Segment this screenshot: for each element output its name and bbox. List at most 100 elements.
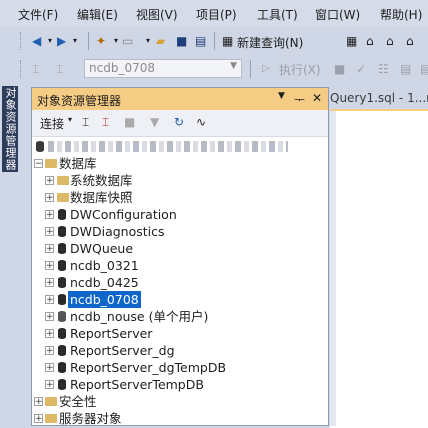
tree-node-database[interactable]: + ncdb_0425 [32, 274, 328, 291]
menu-bar: 文件(F) 编辑(E) 视图(V) 项目(P) 工具(T) 窗口(W) 帮助(H… [0, 0, 428, 26]
database-combo[interactable]: ncdb_0708 ▼ [84, 59, 242, 78]
connect-plug-icon[interactable]: ⌶ [82, 115, 89, 130]
expand-icon[interactable]: + [45, 329, 54, 339]
toolbar-grip[interactable] [20, 32, 24, 50]
database-icon [58, 209, 66, 220]
tree-node-database[interactable]: + ReportServer_dgTempDB [32, 359, 328, 376]
expand-icon[interactable]: + [45, 312, 54, 322]
forward-icon[interactable]: ▶ [57, 33, 66, 49]
tree-label: 系统数据库 [70, 173, 133, 188]
connect-icon[interactable]: ⌶ [32, 61, 39, 77]
query-icon-1[interactable]: ▦ [346, 33, 357, 49]
new-project-icon[interactable]: ✦ [96, 33, 106, 49]
menu-window[interactable]: 窗口(W) [315, 6, 360, 23]
toolbar-grip[interactable] [20, 60, 24, 78]
close-icon[interactable]: ✕ [312, 91, 322, 105]
disconnect-icon[interactable]: ⌶ [56, 61, 63, 77]
execute-icon[interactable]: ▷ [262, 61, 270, 77]
tree-node-database[interactable]: + ReportServerTempDB [32, 376, 328, 393]
stop-icon[interactable]: ■ [124, 115, 135, 129]
expand-icon[interactable]: + [34, 397, 43, 407]
tree-label: ReportServer_dg [70, 343, 175, 358]
new-query-button[interactable]: 新建查询(N) [237, 34, 303, 51]
query-icon-4[interactable]: ⌂ [406, 33, 414, 49]
toolbar-separator [214, 32, 215, 50]
open-file-icon[interactable]: ▰ [156, 33, 165, 49]
tree-node-database[interactable]: + ReportServer_dg [32, 342, 328, 359]
menu-tools[interactable]: 工具(T) [257, 6, 298, 23]
activity-monitor-icon[interactable]: ∿ [196, 115, 206, 129]
disconnect-plug-icon[interactable]: ⌶ [102, 115, 109, 130]
tree-node-database-snapshots[interactable]: + 数据库快照 [32, 189, 328, 206]
menu-file[interactable]: 文件(F) [18, 6, 58, 23]
window-position-icon[interactable]: ▼ [278, 91, 285, 101]
debug-icon[interactable]: ☷ [378, 61, 389, 77]
save-all-icon[interactable]: ▤ [195, 33, 206, 49]
tree-label: 安全性 [59, 394, 97, 409]
query-icon-2[interactable]: ⌂ [366, 33, 374, 49]
database-combo-value: ncdb_0708 [89, 61, 155, 75]
new-project-dropdown-icon[interactable]: ▾ [114, 33, 118, 49]
menu-project[interactable]: 项目(P) [196, 6, 237, 23]
database-icon [58, 277, 66, 288]
tree-node-database[interactable]: + ncdb_nouse (单个用户) [32, 308, 328, 325]
pin-icon[interactable]: ᅮ [294, 91, 305, 108]
results-grid-icon[interactable]: ▤ [400, 61, 411, 77]
server-node[interactable] [32, 138, 328, 155]
object-explorer-title-bar[interactable]: 对象资源管理器 ▼ ᅮ ✕ [32, 88, 328, 110]
expand-icon[interactable]: + [34, 414, 43, 424]
add-item-dropdown-icon[interactable]: ▾ [146, 33, 150, 49]
tree-node-databases[interactable]: − 数据库 [32, 155, 328, 172]
server-icon [36, 141, 44, 152]
filter-icon[interactable]: ▼ [150, 115, 159, 129]
tree-node-database[interactable]: + DWDiagnostics [32, 223, 328, 240]
query-editor[interactable] [330, 109, 428, 428]
editor-margin [330, 111, 336, 426]
expand-icon[interactable]: + [45, 193, 54, 203]
query-icon-3[interactable]: ⌂ [386, 33, 394, 49]
expand-icon[interactable]: + [45, 261, 54, 271]
tree-node-database-selected[interactable]: + ncdb_0708 [32, 291, 328, 308]
tree-node-database[interactable]: + DWConfiguration [32, 206, 328, 223]
connect-dropdown-icon[interactable]: ▾ [68, 115, 72, 124]
back-icon[interactable]: ◀ [32, 33, 41, 49]
tree-node-server-objects[interactable]: + 服务器对象 [32, 410, 328, 427]
tree-node-system-databases[interactable]: + 系统数据库 [32, 172, 328, 189]
side-tab-object-explorer[interactable]: 对象资源管理器 [2, 86, 18, 172]
object-explorer-title: 对象资源管理器 [37, 94, 122, 108]
add-item-icon[interactable]: ▭ [122, 33, 133, 49]
refresh-icon[interactable]: ↻ [174, 115, 184, 129]
expand-icon[interactable]: + [45, 380, 54, 390]
tree-node-database[interactable]: + ncdb_0321 [32, 257, 328, 274]
expand-icon[interactable]: + [45, 295, 54, 305]
expand-icon[interactable]: + [45, 278, 54, 288]
menu-edit[interactable]: 编辑(E) [77, 6, 118, 23]
expand-icon[interactable]: + [45, 363, 54, 373]
expand-icon[interactable]: + [45, 210, 54, 220]
forward-dropdown-icon[interactable]: ▾ [73, 33, 77, 49]
tree-node-database[interactable]: + ReportServer [32, 325, 328, 342]
new-query-icon[interactable]: ▦ [222, 33, 233, 49]
expand-icon[interactable]: + [45, 227, 54, 237]
save-icon[interactable]: ■ [176, 33, 187, 49]
tree-label: DWQueue [70, 241, 134, 256]
tree-label: ReportServer_dgTempDB [70, 360, 227, 375]
expand-icon[interactable]: + [45, 244, 54, 254]
chevron-down-icon[interactable]: ▼ [230, 61, 237, 71]
parse-icon[interactable]: ✓ [356, 61, 366, 77]
menu-view[interactable]: 视图(V) [136, 6, 178, 23]
tree-node-database[interactable]: + DWQueue [32, 240, 328, 257]
execute-button[interactable]: 执行(X) [279, 61, 321, 78]
tree-label: 服务器对象 [59, 411, 122, 426]
tree-node-security[interactable]: + 安全性 [32, 393, 328, 410]
expand-icon[interactable]: + [45, 346, 54, 356]
collapse-icon[interactable]: − [34, 159, 43, 169]
expand-icon[interactable]: + [45, 176, 54, 186]
server-name-obscured [48, 141, 288, 152]
stop-icon[interactable]: ■ [334, 61, 345, 77]
results-icon[interactable]: ▤ [420, 61, 428, 77]
connect-button[interactable]: 连接 [40, 115, 64, 132]
menu-help[interactable]: 帮助(H) [380, 6, 422, 23]
back-dropdown-icon[interactable]: ▾ [48, 33, 52, 49]
tab-query1[interactable]: Query1.sql - 1...m [330, 87, 428, 109]
